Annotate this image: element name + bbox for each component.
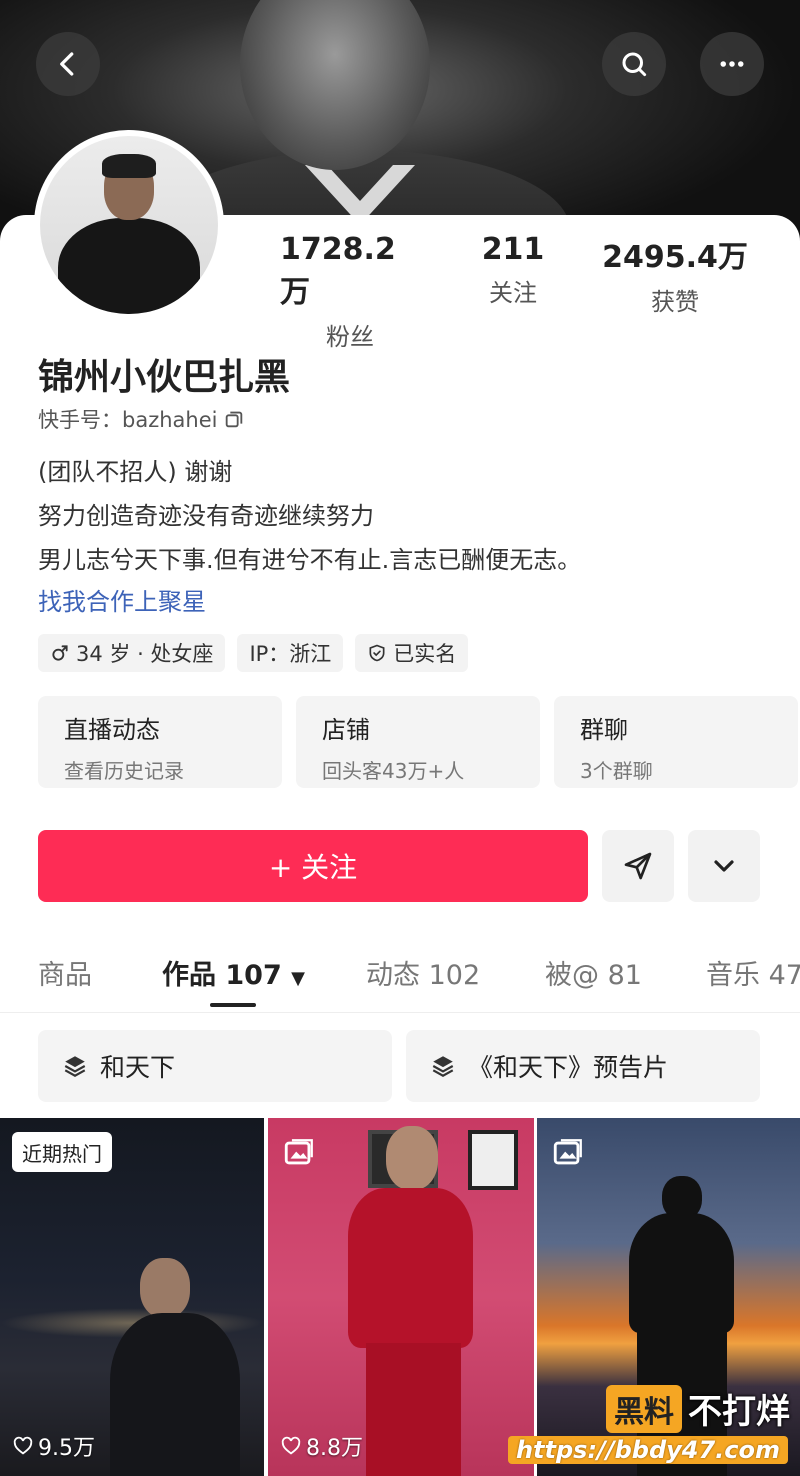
message-button[interactable] <box>602 830 674 902</box>
caret-down-icon: ▼ <box>291 968 306 989</box>
stat-likes-value: 2495.4万 <box>602 240 748 275</box>
banner-face <box>240 0 430 170</box>
tile-live-title: 直播动态 <box>64 716 160 744</box>
tab-works[interactable]: 作品 107 ▼ <box>162 953 305 992</box>
person-jacket <box>348 1188 473 1348</box>
video-1-likes-count: 9.5万 <box>38 1436 95 1461</box>
video-2-likes-count: 8.8万 <box>306 1436 363 1461</box>
tab-active-indicator <box>210 1003 256 1007</box>
stat-following-value: 211 <box>481 232 545 267</box>
chevron-down-icon <box>714 860 734 872</box>
tile-live[interactable]: 直播动态 查看历史记录 <box>38 696 282 788</box>
tile-shop[interactable]: 店铺 回头客43万+人 <box>296 696 540 788</box>
heart-icon <box>281 1436 301 1455</box>
expand-button[interactable] <box>688 830 760 902</box>
kuaishou-id-text: 快手号：bazhahei <box>38 408 218 432</box>
video-thumb-2[interactable]: 8.8万 <box>268 1118 534 1476</box>
send-icon <box>624 852 652 880</box>
tag-verified: 已实名 <box>355 634 469 672</box>
tag-ip: IP：浙江 <box>237 634 344 672</box>
content-tabs: 商品 作品 107 ▼ 动态 102 被@ 81 音乐 47 <box>0 945 800 1007</box>
collection-2-label: 《和天下》预告片 <box>468 1053 669 1082</box>
person-head <box>386 1126 438 1190</box>
tile-group-chat[interactable]: 群聊 3个群聊 <box>554 696 798 788</box>
collection-1-label: 和天下 <box>100 1053 176 1082</box>
avatar[interactable] <box>34 130 224 320</box>
copy-icon[interactable] <box>223 408 245 430</box>
layers-icon <box>432 1056 454 1077</box>
tab-works-label: 作品 107 <box>162 960 282 991</box>
bio-line-3: 男儿志兮天下事.但有进兮不有止.言志已酬便无志。 <box>38 546 582 574</box>
stat-following-label: 关注 <box>489 279 537 307</box>
tab-moments[interactable]: 动态 102 <box>366 953 480 992</box>
image-post-icon <box>551 1136 585 1170</box>
male-icon <box>52 645 68 661</box>
kuaishou-id: 快手号：bazhahei <box>38 404 245 434</box>
stat-fans-value: 1728.2万 <box>280 232 396 310</box>
collections: 和天下 《和天下》预告片 <box>38 1030 760 1102</box>
video-2-likes: 8.8万 <box>280 1430 363 1462</box>
tile-group-chat-subtitle: 3个群聊 <box>580 759 653 783</box>
stat-likes[interactable]: 2495.4万 获赞 <box>600 232 750 317</box>
tile-shop-subtitle: 回头客43万+人 <box>322 759 465 783</box>
person-body <box>110 1313 240 1476</box>
hot-badge: 近期热门 <box>12 1132 112 1172</box>
feature-tiles: 直播动态 查看历史记录 店铺 回头客43万+人 群聊 3个群聊 <box>38 696 798 788</box>
stat-fans-label: 粉丝 <box>326 323 374 351</box>
person-head <box>140 1258 190 1318</box>
image-post-icon <box>282 1136 316 1170</box>
tag-verified-text: 已实名 <box>393 642 457 666</box>
tile-live-subtitle: 查看历史记录 <box>64 759 184 783</box>
more-button[interactable] <box>700 32 764 96</box>
tab-products[interactable]: 商品 <box>38 953 92 992</box>
watermark: 黑料 不打烊 <box>606 1384 790 1433</box>
tag-age: 34 岁 · 处女座 <box>38 634 226 672</box>
search-button[interactable] <box>602 32 666 96</box>
tab-music[interactable]: 音乐 47 <box>706 953 800 992</box>
video-1-likes: 9.5万 <box>12 1430 95 1462</box>
bio-line-2: 努力创造奇迹没有奇迹继续努力 <box>38 502 374 530</box>
person-trousers <box>366 1343 461 1476</box>
layers-icon <box>64 1056 86 1077</box>
cooperation-link[interactable]: 找我合作上聚星 <box>38 582 206 617</box>
tile-group-chat-title: 群聊 <box>580 716 628 744</box>
collection-2[interactable]: 《和天下》预告片 <box>406 1030 760 1102</box>
follow-button-label: + 关注 <box>268 851 358 884</box>
back-button[interactable] <box>36 32 100 96</box>
search-icon <box>622 52 647 77</box>
profile-name: 锦州小伙巴扎黑 <box>38 357 291 398</box>
watermark-box: 黑料 <box>606 1384 682 1433</box>
stat-likes-label: 获赞 <box>651 288 699 316</box>
tile-shop-title: 店铺 <box>322 716 370 744</box>
watermark-url: https://bbdy47.com <box>507 1436 788 1464</box>
tag-age-text: 34 岁 · 处女座 <box>76 642 214 666</box>
profile-tags: 34 岁 · 处女座 IP：浙江 已实名 <box>38 634 469 672</box>
tag-ip-text: IP：浙江 <box>249 642 332 666</box>
silhouette-body <box>629 1213 734 1333</box>
tab-mentions[interactable]: 被@ 81 <box>545 953 642 992</box>
heart-icon <box>13 1436 33 1455</box>
shield-check-icon <box>369 644 385 662</box>
chevron-left-icon <box>60 52 74 76</box>
stat-following[interactable]: 211 关注 <box>458 232 568 308</box>
wall-frame <box>468 1130 518 1190</box>
follow-button[interactable]: + 关注 <box>38 830 588 902</box>
stat-fans[interactable]: 1728.2万 粉丝 <box>280 232 420 352</box>
video-thumb-1[interactable]: 近期热门 9.5万 <box>0 1118 264 1476</box>
collection-1[interactable]: 和天下 <box>38 1030 392 1102</box>
bio-line-1: (团队不招人) 谢谢 <box>38 458 233 486</box>
more-horizontal-icon <box>720 61 744 67</box>
divider <box>0 1012 800 1013</box>
watermark-text: 不打烊 <box>688 1392 790 1432</box>
